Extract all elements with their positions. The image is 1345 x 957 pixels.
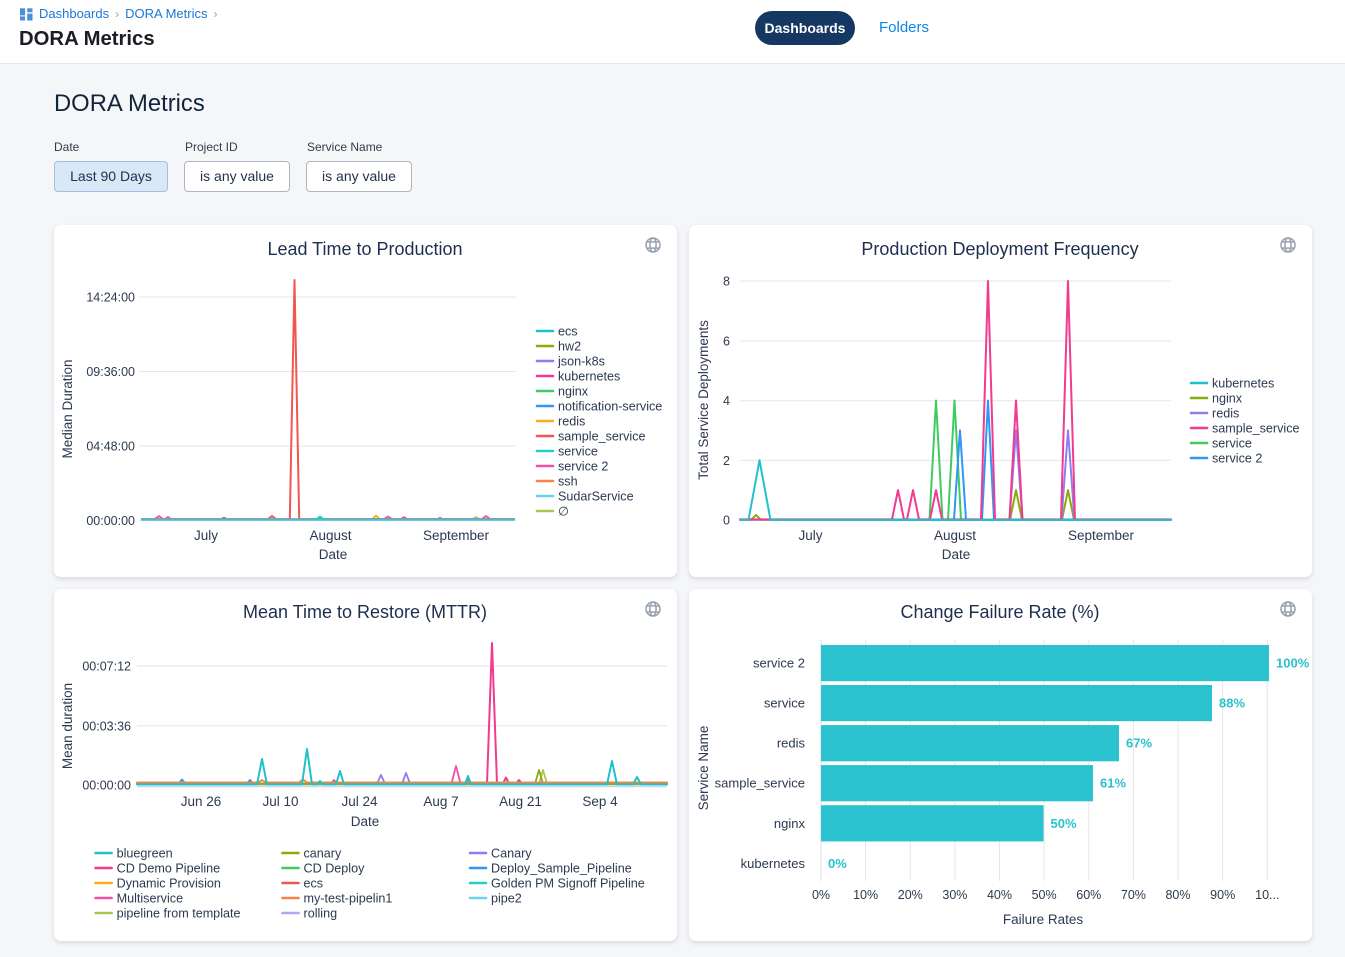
- svg-text:Mean Time to Restore (MTTR): Mean Time to Restore (MTTR): [243, 602, 487, 622]
- svg-text:kubernetes: kubernetes: [558, 369, 620, 383]
- svg-text:redis: redis: [777, 736, 806, 751]
- svg-text:Aug 7: Aug 7: [423, 794, 458, 809]
- svg-text:Multiservice: Multiservice: [117, 891, 183, 905]
- svg-text:sample_service: sample_service: [1212, 421, 1300, 435]
- svg-text:2: 2: [723, 454, 730, 468]
- svg-text:70%: 70%: [1121, 888, 1146, 902]
- svg-text:00:03:36: 00:03:36: [82, 719, 131, 733]
- svg-text:September: September: [1068, 528, 1135, 543]
- svg-text:Date: Date: [351, 814, 380, 829]
- svg-text:August: August: [309, 528, 351, 543]
- svg-text:September: September: [423, 528, 490, 543]
- svg-text:67%: 67%: [1126, 736, 1152, 751]
- svg-text:Lead Time to Production: Lead Time to Production: [267, 239, 462, 259]
- svg-text:20%: 20%: [898, 888, 923, 902]
- svg-text:Jun 26: Jun 26: [181, 794, 222, 809]
- svg-text:00:00:00: 00:00:00: [86, 514, 135, 528]
- svg-text:0%: 0%: [828, 856, 847, 871]
- svg-text:pipe2: pipe2: [491, 891, 522, 905]
- svg-text:nginx: nginx: [774, 816, 806, 831]
- svg-text:nginx: nginx: [1212, 391, 1243, 405]
- svg-text:notification-service: notification-service: [558, 399, 662, 413]
- svg-text:Jul 10: Jul 10: [262, 794, 298, 809]
- svg-text:14:24:00: 14:24:00: [86, 291, 135, 305]
- svg-text:bluegreen: bluegreen: [117, 846, 173, 860]
- svg-text:90%: 90%: [1210, 888, 1235, 902]
- svg-text:service 2: service 2: [558, 459, 608, 473]
- svg-text:rolling: rolling: [304, 906, 338, 920]
- svg-text:Production Deployment Frequenc: Production Deployment Frequency: [861, 239, 1138, 259]
- svg-text:40%: 40%: [987, 888, 1012, 902]
- svg-text:canary: canary: [304, 846, 343, 860]
- svg-text:50%: 50%: [1032, 888, 1057, 902]
- svg-text:04:48:00: 04:48:00: [86, 440, 135, 454]
- svg-text:service: service: [1212, 436, 1252, 450]
- svg-text:Golden PM Signoff Pipeline: Golden PM Signoff Pipeline: [491, 876, 645, 890]
- svg-text:Change Failure Rate (%): Change Failure Rate (%): [900, 602, 1099, 622]
- svg-text:Total Service Deployments: Total Service Deployments: [696, 320, 711, 480]
- svg-text:kubernetes: kubernetes: [741, 856, 806, 871]
- svg-text:10...: 10...: [1255, 888, 1279, 902]
- svg-text:∅: ∅: [558, 504, 569, 518]
- svg-text:Median Duration: Median Duration: [60, 359, 75, 458]
- svg-text:Service Name: Service Name: [696, 726, 711, 811]
- svg-text:Dynamic Provision: Dynamic Provision: [117, 876, 221, 890]
- svg-text:nginx: nginx: [558, 384, 589, 398]
- svg-text:Failure Rates: Failure Rates: [1003, 912, 1084, 927]
- svg-text:ecs: ecs: [304, 876, 324, 890]
- svg-text:00:07:12: 00:07:12: [82, 660, 131, 674]
- svg-text:00:00:00: 00:00:00: [82, 779, 131, 793]
- svg-text:July: July: [194, 528, 218, 543]
- svg-text:50%: 50%: [1051, 816, 1077, 831]
- svg-text:service 2: service 2: [753, 656, 805, 671]
- svg-text:60%: 60%: [1076, 888, 1101, 902]
- svg-text:4: 4: [723, 394, 730, 408]
- svg-text:Canary: Canary: [491, 846, 532, 860]
- svg-text:Aug 21: Aug 21: [499, 794, 542, 809]
- svg-text:July: July: [798, 528, 822, 543]
- svg-text:json-k8s: json-k8s: [557, 354, 605, 368]
- svg-text:Mean duration: Mean duration: [60, 683, 75, 769]
- svg-text:ssh: ssh: [558, 474, 578, 488]
- svg-text:88%: 88%: [1219, 696, 1245, 711]
- svg-text:sample_service: sample_service: [558, 429, 646, 443]
- svg-text:80%: 80%: [1165, 888, 1190, 902]
- svg-text:Date: Date: [319, 547, 348, 562]
- svg-text:Deploy_Sample_Pipeline: Deploy_Sample_Pipeline: [491, 861, 632, 875]
- svg-text:service: service: [764, 696, 805, 711]
- svg-text:8: 8: [723, 275, 730, 289]
- svg-text:redis: redis: [558, 414, 585, 428]
- svg-text:Jul 24: Jul 24: [341, 794, 378, 809]
- svg-text:100%: 100%: [1276, 656, 1310, 671]
- svg-text:my-test-pipelin1: my-test-pipelin1: [304, 891, 393, 905]
- svg-text:09:36:00: 09:36:00: [86, 365, 135, 379]
- svg-text:0: 0: [723, 514, 730, 528]
- svg-text:6: 6: [723, 335, 730, 349]
- svg-text:Sep 4: Sep 4: [582, 794, 618, 809]
- svg-text:service 2: service 2: [1212, 451, 1262, 465]
- svg-text:CD Deploy: CD Deploy: [304, 861, 366, 875]
- svg-text:CD Demo Pipeline: CD Demo Pipeline: [117, 861, 221, 875]
- svg-text:sample_service: sample_service: [715, 776, 805, 791]
- svg-text:pipeline from template: pipeline from template: [117, 906, 241, 920]
- svg-text:kubernetes: kubernetes: [1212, 376, 1274, 390]
- svg-text:hw2: hw2: [558, 339, 581, 353]
- svg-text:30%: 30%: [942, 888, 967, 902]
- svg-text:0%: 0%: [812, 888, 830, 902]
- svg-text:service: service: [558, 444, 598, 458]
- svg-text:10%: 10%: [853, 888, 878, 902]
- svg-text:Date: Date: [942, 547, 971, 562]
- svg-text:SudarService: SudarService: [558, 489, 634, 503]
- svg-text:August: August: [934, 528, 976, 543]
- svg-text:ecs: ecs: [558, 324, 578, 338]
- svg-text:61%: 61%: [1100, 776, 1126, 791]
- svg-text:redis: redis: [1212, 406, 1239, 420]
